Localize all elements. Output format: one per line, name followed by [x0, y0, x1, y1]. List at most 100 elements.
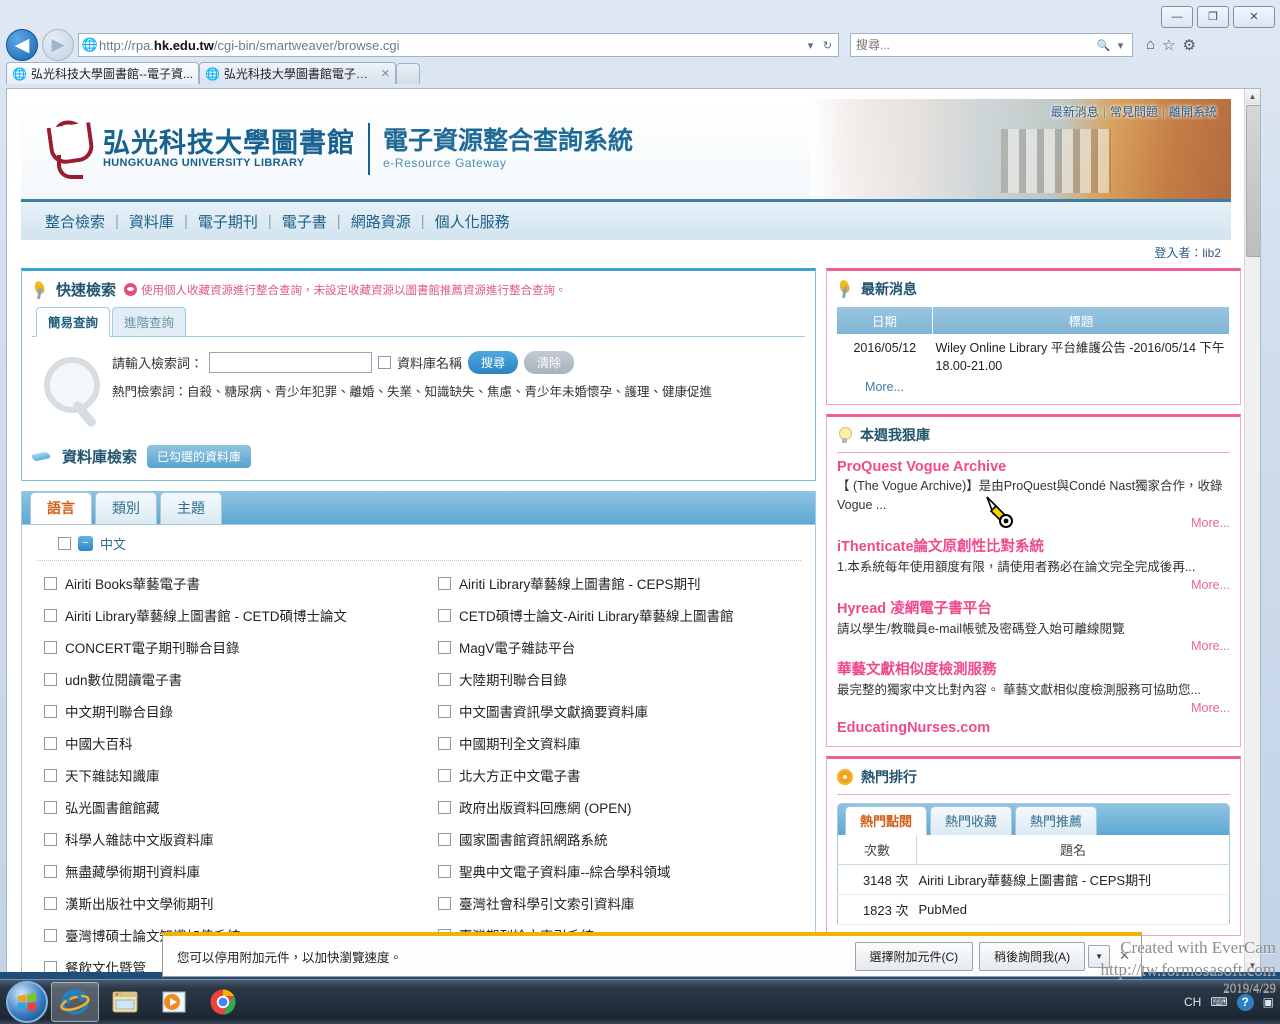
- search-icon[interactable]: 🔍: [1095, 39, 1112, 52]
- recommendation-more-link[interactable]: More...: [837, 578, 1230, 592]
- nav-item-web-resources[interactable]: 網路資源: [351, 211, 411, 232]
- tab-most-viewed[interactable]: 熱門點閱: [845, 806, 928, 835]
- group-label[interactable]: 中文: [100, 534, 126, 553]
- tools-gear-icon[interactable]: ⚙: [1183, 36, 1196, 54]
- database-item[interactable]: 北大方正中文電子書: [438, 759, 815, 791]
- recommendation-more-link[interactable]: More...: [837, 516, 1230, 530]
- database-item[interactable]: 大陸期刊聯合目錄: [438, 663, 815, 695]
- news-more-link[interactable]: More...: [837, 380, 932, 394]
- database-item[interactable]: CETD碩博士論文-Airiti Library華藝線上圖書館: [438, 599, 815, 631]
- recommendation-title-link[interactable]: iThenticate論文原創性比對系統: [837, 535, 1230, 556]
- choose-addons-button[interactable]: 選擇附加元件(C): [854, 941, 974, 971]
- recommendation-title-link[interactable]: 華藝文獻相似度檢測服務: [837, 658, 1230, 679]
- vertical-scrollbar[interactable]: ▲ ▼: [1244, 89, 1260, 973]
- database-checkbox[interactable]: [438, 704, 451, 718]
- database-item[interactable]: 天下雜誌知識庫: [44, 759, 416, 791]
- taskbar-google-chrome[interactable]: [200, 983, 246, 1021]
- database-item[interactable]: 無盡藏學術期刊資料庫: [44, 855, 416, 887]
- tab-most-collected[interactable]: 熱門收藏: [930, 806, 1013, 835]
- search-button[interactable]: 搜尋: [468, 351, 519, 374]
- collapse-minus-icon[interactable]: −: [78, 536, 93, 551]
- show-desktop-icon[interactable]: ▣: [1263, 995, 1274, 1009]
- close-button[interactable]: ✕: [1233, 6, 1275, 28]
- database-item[interactable]: Airiti Library華藝線上圖書館 - CETD碩博士論文: [44, 599, 416, 631]
- nav-item-integrated-search[interactable]: 整合檢索: [45, 211, 105, 232]
- browser-tab-2[interactable]: 🌐 弘光科技大學圖書館電子資... ✕: [198, 62, 396, 84]
- database-item[interactable]: 中文期刊聯合目錄: [44, 695, 416, 727]
- search-dropdown-icon[interactable]: ▾: [1112, 39, 1129, 52]
- ask-later-button[interactable]: 稍後詢問我(A): [979, 941, 1086, 971]
- database-item[interactable]: 科學人雜誌中文版資料庫: [44, 823, 416, 855]
- database-checkbox[interactable]: [44, 768, 57, 782]
- address-bar[interactable]: 🌐 http://rpa.hk.edu.tw/cgi-bin/smartweav…: [78, 33, 839, 57]
- header-link-news[interactable]: 最新消息: [1051, 105, 1099, 119]
- database-item[interactable]: 中文圖書資訊學文獻摘要資料庫: [438, 695, 815, 727]
- forward-icon[interactable]: ▶: [42, 29, 74, 61]
- new-tab-button[interactable]: [395, 63, 420, 84]
- database-checkbox[interactable]: [438, 800, 451, 814]
- taskbar-internet-explorer[interactable]: [51, 982, 99, 1022]
- home-icon[interactable]: ⌂: [1146, 36, 1155, 54]
- recommendation-more-link[interactable]: More...: [837, 639, 1230, 653]
- database-item[interactable]: 聖典中文電子資料庫--綜合學科領域: [438, 855, 815, 887]
- database-item[interactable]: 國家圖書館資訊網路系統: [438, 823, 815, 855]
- database-item[interactable]: Airiti Library華藝線上圖書館 - CEPS期刊: [438, 567, 815, 599]
- start-button-icon[interactable]: [6, 981, 48, 1023]
- nav-item-databases[interactable]: 資料庫: [129, 211, 174, 232]
- database-checkbox[interactable]: [438, 608, 451, 622]
- browser-search-box[interactable]: 🔍 ▾: [850, 33, 1133, 57]
- recommendation-more-link[interactable]: More...: [837, 701, 1230, 715]
- database-checkbox[interactable]: [438, 768, 451, 782]
- database-checkbox[interactable]: [438, 672, 451, 686]
- tab-simple-search[interactable]: 簡易查詢: [36, 307, 111, 337]
- database-checkbox[interactable]: [44, 640, 57, 654]
- selected-databases-button[interactable]: 已勾選的資料庫: [147, 445, 252, 468]
- database-item[interactable]: udn數位閱讀電子書: [44, 663, 416, 695]
- database-checkbox[interactable]: [44, 576, 57, 590]
- database-checkbox[interactable]: [44, 928, 57, 942]
- ranking-row-title[interactable]: Airiti Library華藝線上圖書館 - CEPS期刊: [916, 864, 1230, 895]
- database-checkbox[interactable]: [438, 896, 451, 910]
- scrollbar-thumb[interactable]: [1246, 105, 1260, 257]
- favorites-icon[interactable]: ☆: [1162, 36, 1175, 54]
- back-icon[interactable]: ◀: [6, 29, 38, 61]
- database-checkbox[interactable]: [44, 704, 57, 718]
- news-row-title[interactable]: Wiley Online Library 平台維護公告 -2016/05/14 …: [933, 334, 1230, 380]
- database-item[interactable]: CONCERT電子期刊聯合目錄: [44, 631, 416, 663]
- database-checkbox[interactable]: [438, 832, 451, 846]
- search-input[interactable]: [854, 37, 1095, 53]
- tab-language[interactable]: 語言: [30, 492, 92, 524]
- taskbar-windows-explorer[interactable]: [102, 983, 148, 1021]
- database-item[interactable]: MagV電子雜誌平台: [438, 631, 815, 663]
- database-item[interactable]: Airiti Books華藝電子書: [44, 567, 416, 599]
- group-checkbox[interactable]: [58, 537, 71, 550]
- database-checkbox[interactable]: [438, 736, 451, 750]
- keyboard-icon[interactable]: ⌨: [1210, 995, 1227, 1009]
- database-item[interactable]: 政府出版資料回應網 (OPEN): [438, 791, 815, 823]
- nav-item-ebooks[interactable]: 電子書: [282, 211, 327, 232]
- taskbar-media-player[interactable]: [151, 983, 197, 1021]
- tab-subject[interactable]: 主題: [160, 492, 222, 524]
- header-link-faq[interactable]: 常見問題: [1110, 105, 1158, 119]
- scroll-up-icon[interactable]: ▲: [1245, 89, 1260, 104]
- db-name-checkbox[interactable]: [378, 356, 392, 369]
- recommendation-title-link[interactable]: Hyread 凌網電子書平台: [837, 597, 1230, 618]
- tab-close-icon[interactable]: ✕: [381, 67, 390, 80]
- address-dropdown-icon[interactable]: ▾: [802, 39, 819, 52]
- nav-item-ejournals[interactable]: 電子期刊: [198, 211, 258, 232]
- refresh-icon[interactable]: ↻: [819, 39, 836, 52]
- database-item[interactable]: 中國期刊全文資料庫: [438, 727, 815, 759]
- help-icon[interactable]: ?: [1236, 993, 1254, 1011]
- database-checkbox[interactable]: [44, 672, 57, 686]
- database-item[interactable]: 臺灣社會科學引文索引資料庫: [438, 887, 815, 919]
- database-checkbox[interactable]: [438, 864, 451, 878]
- database-checkbox[interactable]: [44, 864, 57, 878]
- maximize-button[interactable]: ❐: [1197, 6, 1229, 28]
- nav-item-personalization[interactable]: 個人化服務: [435, 211, 510, 232]
- ranking-row-title[interactable]: PubMed: [916, 894, 1230, 925]
- database-checkbox[interactable]: [44, 736, 57, 750]
- browser-tab-1[interactable]: 🌐 弘光科技大學圖書館--電子資...: [6, 62, 199, 84]
- tray-language-indicator[interactable]: CH: [1184, 995, 1201, 1009]
- database-checkbox[interactable]: [44, 896, 57, 910]
- header-link-logout[interactable]: 離開系統: [1169, 105, 1217, 119]
